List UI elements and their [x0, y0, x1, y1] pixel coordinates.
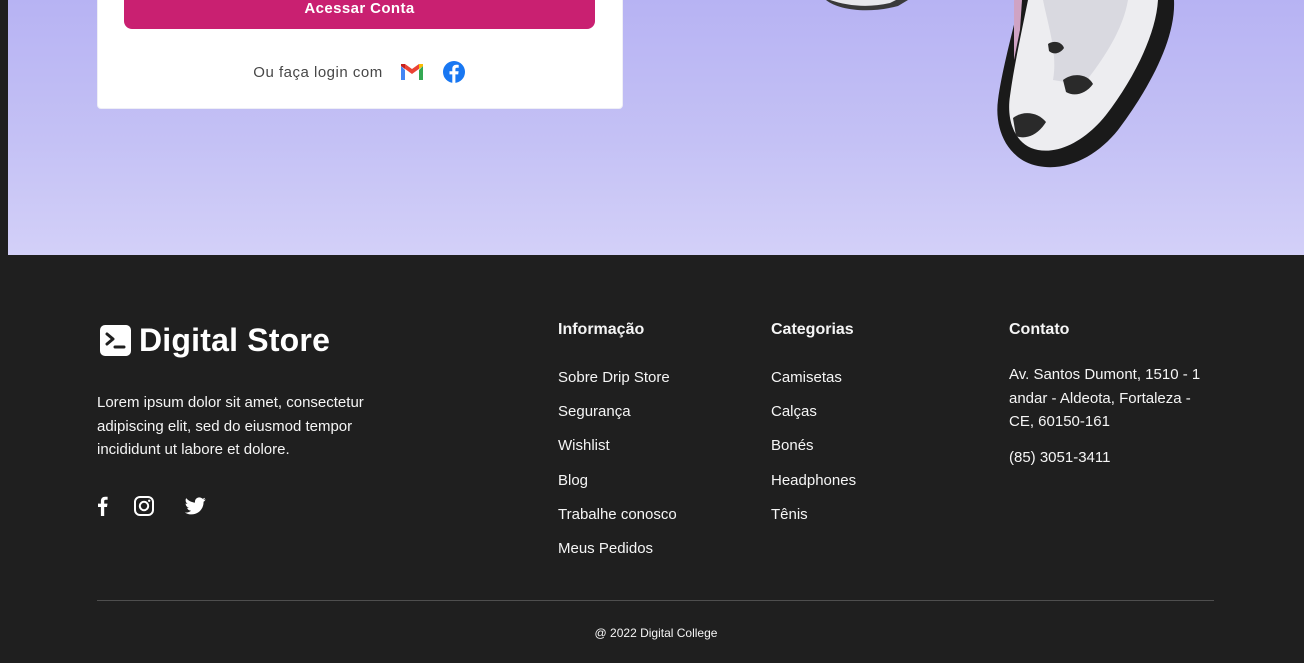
category-link-tenis[interactable]: Tênis: [771, 506, 856, 540]
footer-about-text: Lorem ipsum dolor sit amet, consectetur …: [97, 394, 364, 458]
info-heading: Informação: [558, 321, 645, 338]
social-links: [97, 496, 206, 516]
copyright-text: @ 2022 Digital College: [594, 626, 718, 640]
terminal-logo-icon: [100, 325, 131, 356]
info-link-trabalhe[interactable]: Trabalhe conosco: [558, 506, 677, 540]
category-link-calcas[interactable]: Calças: [771, 403, 856, 437]
category-link-bones[interactable]: Bonés: [771, 437, 856, 471]
info-link-blog[interactable]: Blog: [558, 472, 677, 506]
category-link-camisetas[interactable]: Camisetas: [771, 369, 856, 403]
sneaker-image: [826, 0, 1175, 168]
footer-contact-column: Contato Av. Santos Dumont, 1510 - 1 anda…: [1009, 321, 1209, 469]
left-edge-bar: [0, 0, 8, 663]
info-link-wishlist[interactable]: Wishlist: [558, 437, 677, 471]
footer-info-column: Informação Sobre Drip Store Segurança Wi…: [558, 321, 677, 574]
info-link-pedidos[interactable]: Meus Pedidos: [558, 540, 677, 574]
twitter-icon[interactable]: [185, 497, 206, 515]
info-link-sobre[interactable]: Sobre Drip Store: [558, 369, 677, 403]
login-hero: Acessar Conta Ou faça login com: [8, 0, 1304, 255]
footer-logo[interactable]: Digital Store: [100, 322, 330, 359]
instagram-icon[interactable]: [134, 496, 154, 516]
contact-address: Av. Santos Dumont, 1510 - 1 andar - Alde…: [1009, 366, 1201, 430]
footer-categories-column: Categorias Camisetas Calças Bonés Headph…: [771, 321, 856, 540]
footer-divider: [97, 600, 1214, 601]
category-link-headphones[interactable]: Headphones: [771, 472, 856, 506]
facebook-icon[interactable]: [97, 496, 108, 516]
categories-heading: Categorias: [771, 321, 854, 338]
contact-phone: (85) 3051-3411: [1009, 448, 1111, 466]
contact-heading: Contato: [1009, 321, 1070, 338]
info-link-seguranca[interactable]: Segurança: [558, 403, 677, 437]
site-footer: Digital Store Lorem ipsum dolor sit amet…: [8, 255, 1304, 663]
brand-name: Digital Store: [139, 322, 331, 358]
